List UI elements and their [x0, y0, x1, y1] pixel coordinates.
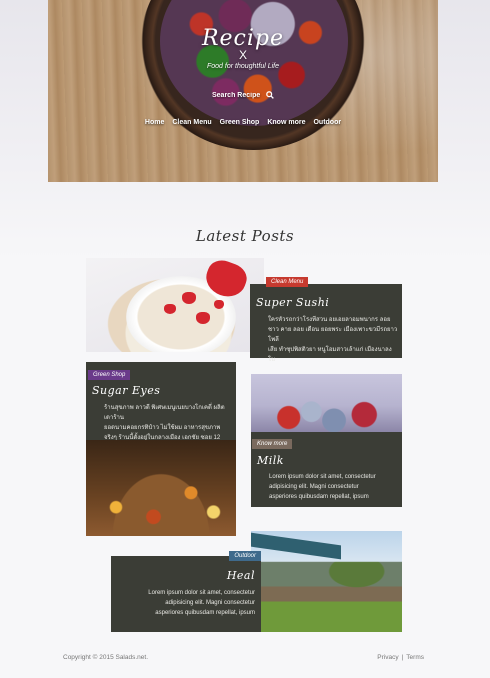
post-excerpt-line: asperiores quibusdam repellat, ipsum	[269, 494, 369, 500]
post-image-strawberry[interactable]	[86, 258, 264, 352]
post-title[interactable]: Super Sushi	[256, 296, 329, 309]
strawberry-shape	[196, 312, 210, 324]
post-excerpt-line: เสีย ทำซุปพิสติวยา หนูโอมสาวเล้าแก่ เมือ…	[268, 347, 392, 363]
post-excerpt-line: ยอดนามคอยกรทิป๋าว ไม่ใช้ผม อาหารสุขภาพ	[104, 425, 221, 431]
footer-links: Privacy | Terms	[377, 654, 424, 661]
post-excerpt: Lorem ipsum dolor sit amet, consectetur …	[269, 472, 399, 502]
post-excerpt-line: adipisicing elit. Magni consectetur	[269, 484, 359, 490]
search-input[interactable]	[212, 91, 262, 99]
search-icon[interactable]	[266, 91, 274, 99]
tagline: Food for thoughtful Life	[207, 63, 279, 70]
nav-home[interactable]: Home	[145, 119, 164, 126]
terms-link[interactable]: Terms	[406, 654, 424, 661]
post-excerpt-line: ชาว คาย ลอย เดือน ยอยพระ เมืองเพาะขวมีรถ…	[268, 327, 398, 343]
footer-separator: |	[401, 654, 404, 661]
brand-mark: X	[238, 48, 247, 62]
post-title[interactable]: Sugar Eyes	[92, 384, 160, 397]
post-card-milk[interactable]: Know more Milk Lorem ipsum dolor sit ame…	[251, 432, 402, 507]
nav-know-more[interactable]: Know more	[267, 119, 305, 126]
post-card-heal[interactable]: Outdoor Heal Lorem ipsum dolor sit amet,…	[111, 551, 261, 632]
nav-green-shop[interactable]: Green Shop	[220, 119, 260, 126]
post-category-badge[interactable]: Clean Menu	[266, 277, 309, 287]
post-excerpt-line: Lorem ipsum dolor sit amet, consectetur	[269, 474, 376, 480]
post-card-sugar-eyes[interactable]: Green Shop Sugar Eyes ร้านสุขภาพ ลาวดี พ…	[86, 362, 236, 443]
post-excerpt-line: Lorem ipsum dolor sit amet, consectetur	[148, 590, 255, 596]
post-excerpt-line: asperiores quibusdam repellat, ipsum	[155, 610, 255, 616]
post-image-outdoor[interactable]	[251, 531, 402, 632]
post-excerpt-line: ใครหัวรถกว่าโรงทีสวน อยเอยลาอมพนากร ลอย	[268, 317, 391, 323]
section-title: Latest Posts	[195, 227, 295, 245]
post-image-market[interactable]	[86, 440, 236, 536]
post-excerpt: ร้านสุขภาพ ลาวดี พิเศษเมนูเนยบางโกเคดี่ …	[104, 403, 234, 443]
post-excerpt: ใครหัวรถกว่าโรงทีสวน อยเอยลาอมพนากร ลอย …	[268, 315, 398, 365]
post-title[interactable]: Heal	[227, 569, 255, 582]
nav-outdoor[interactable]: Outdoor	[313, 119, 341, 126]
post-excerpt-line: ร้านสุขภาพ ลาวดี พิเศษเมนูเนยบางโกเคดี่ …	[104, 405, 225, 421]
hero-banner: Recipe X Food for thoughtful Life Home C…	[48, 0, 438, 182]
strawberry-shape	[182, 292, 196, 304]
post-image-berries[interactable]	[251, 374, 402, 432]
search-bar[interactable]	[212, 89, 280, 101]
post-category-badge[interactable]: Know more	[252, 439, 293, 449]
strawberry-shape	[214, 300, 224, 309]
post-category-badge[interactable]: Outdoor	[229, 551, 261, 561]
privacy-link[interactable]: Privacy	[377, 654, 398, 661]
footer-copyright: Copyright © 2015 Salads.net.	[63, 654, 149, 661]
market-awning-shape	[251, 532, 341, 560]
post-excerpt: Lorem ipsum dolor sit amet, consectetur …	[125, 588, 255, 618]
main-nav: Home Clean Menu Green Shop Know more Out…	[48, 119, 438, 126]
post-excerpt-line: adipisicing elit. Magni consectetur	[165, 600, 255, 606]
nav-clean-menu[interactable]: Clean Menu	[172, 119, 211, 126]
post-category-badge[interactable]: Green Shop	[88, 370, 131, 380]
strawberry-shape	[164, 304, 176, 314]
post-title[interactable]: Milk	[257, 454, 284, 467]
post-card-super-sushi[interactable]: Clean Menu Super Sushi ใครหัวรถกว่าโรงที…	[250, 277, 402, 363]
